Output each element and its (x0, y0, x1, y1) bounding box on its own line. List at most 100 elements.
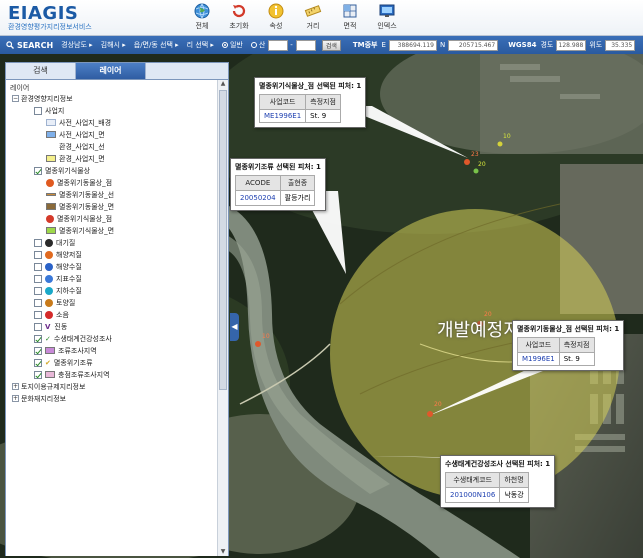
layer-item[interactable]: 소음 (34, 309, 69, 320)
e-coordinate-field[interactable]: 388694.119 (388, 39, 437, 51)
layer-checkbox[interactable] (34, 238, 42, 247)
layer-checkbox[interactable] (34, 298, 42, 307)
layer-checkbox[interactable] (34, 286, 42, 295)
layer-item[interactable]: 환경_사업지_선 (46, 141, 105, 152)
tree-node-root[interactable]: − 환경영향지리정보 (12, 93, 73, 104)
tool-distance[interactable]: 거리 (297, 2, 329, 31)
tool-label: 속성 (269, 22, 283, 30)
layer-checkbox[interactable] (34, 358, 42, 367)
layer-checkbox[interactable] (34, 106, 42, 115)
layer-item[interactable]: 멸종위기동물상_점 (46, 177, 112, 188)
surface-water-icon (45, 274, 53, 283)
map-marker-label[interactable]: 10 (503, 133, 511, 140)
scroll-down-icon[interactable]: ▼ (219, 548, 227, 556)
tree-label: 토지이용규제지리정보 (21, 382, 86, 391)
layer-checkbox[interactable] (34, 370, 42, 379)
layer-item[interactable]: 토양질 (34, 297, 75, 308)
bunji-sub-input[interactable] (295, 39, 316, 51)
tree-node-land-use[interactable]: + 토지이용규제지리정보 (12, 381, 85, 392)
layer-item[interactable]: 멸종위기동물상_면 (46, 201, 114, 212)
city-select[interactable]: 김해시 ▸ (101, 40, 126, 50)
tree-label: 환경_사업지_면 (59, 154, 105, 163)
layer-item[interactable]: V 진동 (34, 321, 67, 332)
radio-general[interactable]: 일반 (221, 40, 243, 50)
scroll-thumb[interactable] (219, 90, 227, 390)
layer-item[interactable]: 멸종위기식물상 (34, 165, 90, 176)
province-select[interactable]: 경상남도 ▸ (61, 40, 93, 50)
layer-checkbox[interactable] (34, 250, 42, 259)
expand-toggle[interactable]: + (12, 383, 19, 390)
layer-item[interactable]: 지하수질 (34, 285, 82, 296)
tm-label: TM중부 (352, 41, 378, 49)
n-coordinate-field[interactable]: 205715.467 (448, 39, 499, 51)
tab-layer[interactable]: 레이어 (76, 63, 146, 79)
layer-checkbox[interactable] (34, 346, 42, 355)
popup-link[interactable]: 201000N106 (444, 487, 501, 503)
map-marker-label[interactable]: 20 (478, 161, 486, 168)
groundwater-icon (45, 286, 53, 295)
layer-item[interactable]: 멸종위기식물상_점 (46, 213, 112, 224)
tree-node-heritage[interactable]: + 문화재지리정보 (12, 393, 66, 404)
radio-mountain[interactable]: 산 (250, 40, 265, 50)
lon-field[interactable]: 128.988 (556, 39, 587, 51)
popup-title: 수생태계건강성조사 선택된 피처: 1 (445, 460, 551, 468)
popup-link[interactable]: 20050204 (235, 190, 281, 206)
tool-index[interactable]: 인덱스 (371, 2, 403, 31)
search-label: SEARCH (17, 40, 54, 50)
scroll-up-icon[interactable]: ▲ (219, 80, 227, 88)
tool-reset[interactable]: 초기화 (223, 2, 255, 31)
village-select[interactable]: 리 선택 ▸ (187, 40, 214, 50)
search-bar: SEARCH 경상남도 ▸ 김해시 ▸ 읍/면/동 선택 ▸ 리 선택 ▸ 일반… (0, 36, 643, 54)
map-marker-label[interactable]: 23 (471, 151, 479, 158)
map-marker-label[interactable]: 20 (434, 401, 442, 408)
layer-item[interactable]: ✓ 수생태계건강성조사 (34, 333, 112, 344)
tree-label: 환경_사업지_선 (59, 142, 105, 151)
tree-scrollbar[interactable]: ▲ ▼ (217, 80, 228, 556)
layer-item[interactable]: ✔ 멸종위기조류 (34, 357, 93, 368)
layer-item[interactable]: 해양저질 (34, 249, 82, 260)
layer-checkbox[interactable] (34, 310, 42, 319)
tree-label: 환경영향지리정보 (21, 94, 73, 103)
panel-collapse-button[interactable]: ◀ (230, 313, 239, 341)
popup-link[interactable]: M1996E1 (517, 352, 560, 366)
popup-header: 수생태계코드 (444, 472, 501, 488)
layer-checkbox[interactable] (34, 262, 42, 271)
layer-checkbox[interactable] (34, 322, 42, 331)
layer-checkbox[interactable] (34, 166, 42, 175)
town-select[interactable]: 읍/면/동 선택 ▸ (134, 40, 179, 50)
layer-item[interactable]: 멸종위기식물상_면 (46, 225, 114, 236)
layer-item[interactable]: 조류조사지역 (34, 345, 97, 356)
layer-checkbox[interactable] (34, 334, 42, 343)
tab-search[interactable]: 검색 (6, 63, 76, 79)
tool-area[interactable]: 면적 (334, 2, 366, 31)
radio-mountain-dot (250, 42, 257, 48)
layer-checkbox[interactable] (34, 274, 42, 283)
popup-link[interactable]: ME1996E1 (258, 109, 307, 123)
tree-label: 조류조사지역 (58, 346, 97, 355)
popup-header: 측정지점 (305, 94, 341, 110)
lat-field[interactable]: 35.335 (605, 39, 636, 51)
tool-attribute[interactable]: 속성 (260, 2, 292, 31)
tree-label: 멸종위기식물상_점 (57, 214, 113, 223)
layer-item[interactable]: 사전_사업지_배경 (46, 117, 111, 128)
search-go-button[interactable]: 검색 (321, 39, 341, 51)
lon-label: 경도 (540, 41, 554, 49)
bunji-main-input[interactable] (268, 39, 289, 51)
layer-item[interactable]: 대기질 (34, 237, 75, 248)
tool-full-extent[interactable]: 전체 (186, 2, 218, 31)
layer-item[interactable]: 충점조류조사지역 (34, 369, 110, 380)
collapse-toggle[interactable]: − (12, 95, 19, 102)
layer-item[interactable]: 멸종위기동물상_선 (46, 189, 114, 200)
expand-toggle[interactable]: + (12, 395, 19, 402)
soil-icon (45, 298, 53, 307)
layer-item[interactable]: 사업지 (34, 105, 64, 116)
layer-item[interactable]: 환경_사업지_면 (46, 153, 105, 164)
app-logo[interactable]: EIAGIS 환경영향평가지리정보서비스 (8, 3, 92, 32)
layer-item[interactable]: 사전_사업지_면 (46, 129, 105, 140)
map-marker-label[interactable]: 10 (262, 333, 270, 340)
layer-item[interactable]: 지표수질 (34, 273, 82, 284)
town-value: 읍/면/동 선택 (133, 41, 173, 49)
popup-header: 사업코드 (517, 337, 560, 353)
layer-item[interactable]: 해양수질 (34, 261, 82, 272)
info-icon (268, 3, 284, 19)
